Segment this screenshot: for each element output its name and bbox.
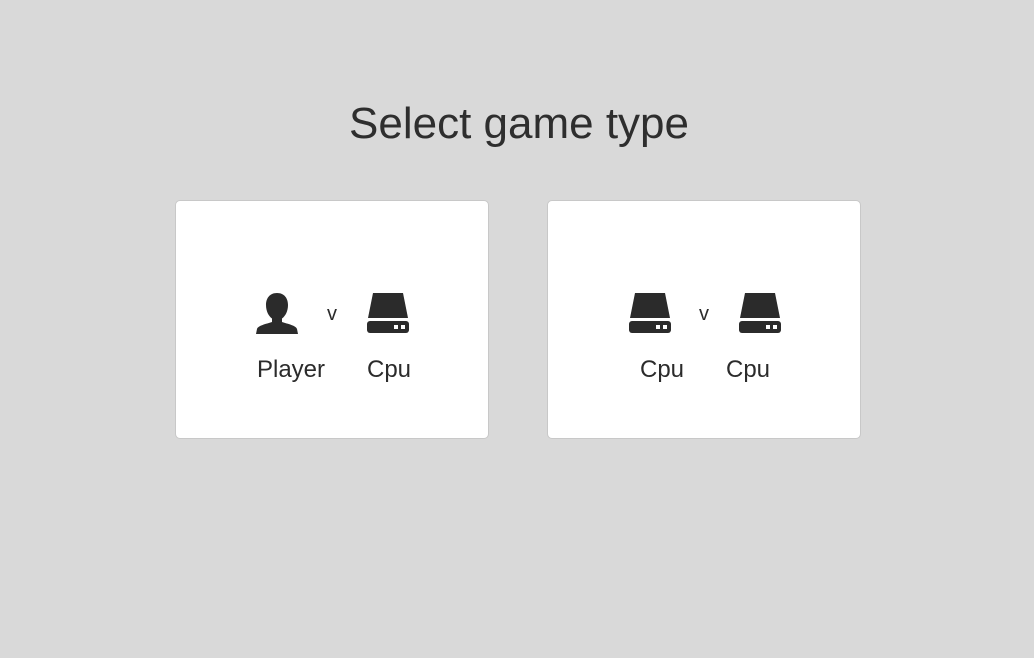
drive-icon xyxy=(738,291,782,335)
right-player-label: Cpu xyxy=(725,356,771,383)
versus-label: v xyxy=(327,303,337,325)
player-vs-cpu-option[interactable]: v Player Cpu xyxy=(175,200,489,439)
user-icon xyxy=(255,291,299,335)
left-player-label: Cpu xyxy=(639,356,685,383)
left-player-label: Player xyxy=(256,356,326,383)
right-player-label: Cpu xyxy=(366,356,412,383)
drive-icon xyxy=(366,291,410,335)
drive-icon xyxy=(628,291,672,335)
versus-label: v xyxy=(699,303,709,325)
page-title: Select game type xyxy=(349,99,689,148)
cpu-vs-cpu-option[interactable]: v Cpu Cpu xyxy=(547,200,861,439)
